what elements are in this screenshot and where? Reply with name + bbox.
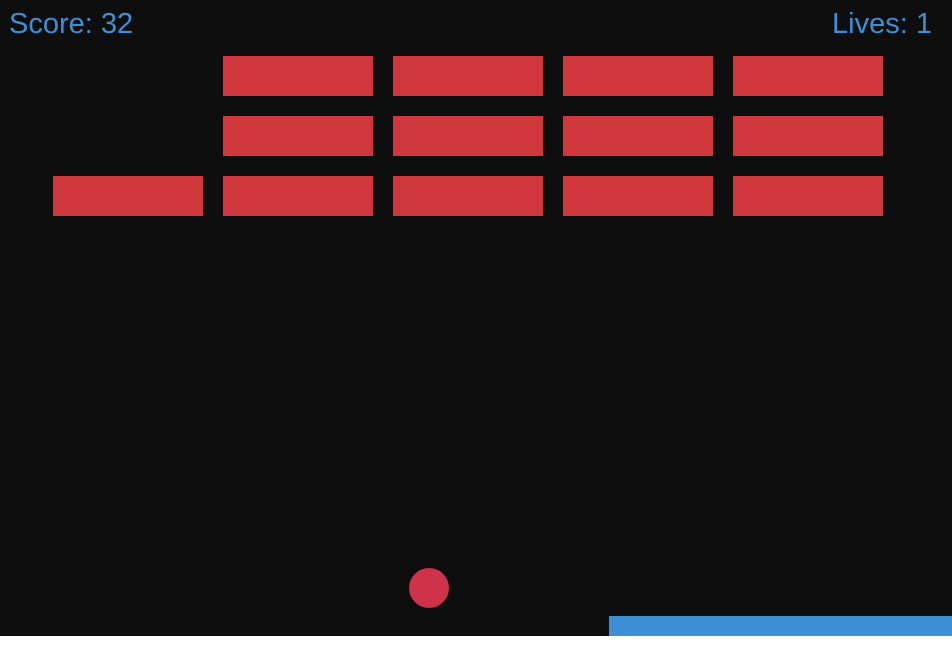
brick: [53, 176, 203, 216]
brick: [223, 56, 373, 96]
lives-label: Lives: 1: [832, 8, 932, 40]
brick: [223, 176, 373, 216]
brick: [733, 116, 883, 156]
brick: [393, 176, 543, 216]
game-canvas[interactable]: Score: 32 Lives: 1: [0, 0, 952, 636]
ball: [409, 568, 449, 608]
brick: [733, 176, 883, 216]
paddle[interactable]: [609, 616, 952, 636]
brick: [563, 56, 713, 96]
brick: [393, 116, 543, 156]
brick: [393, 56, 543, 96]
brick: [223, 116, 373, 156]
brick: [733, 56, 883, 96]
brick: [563, 116, 713, 156]
brick: [563, 176, 713, 216]
score-label: Score: 32: [9, 8, 134, 40]
